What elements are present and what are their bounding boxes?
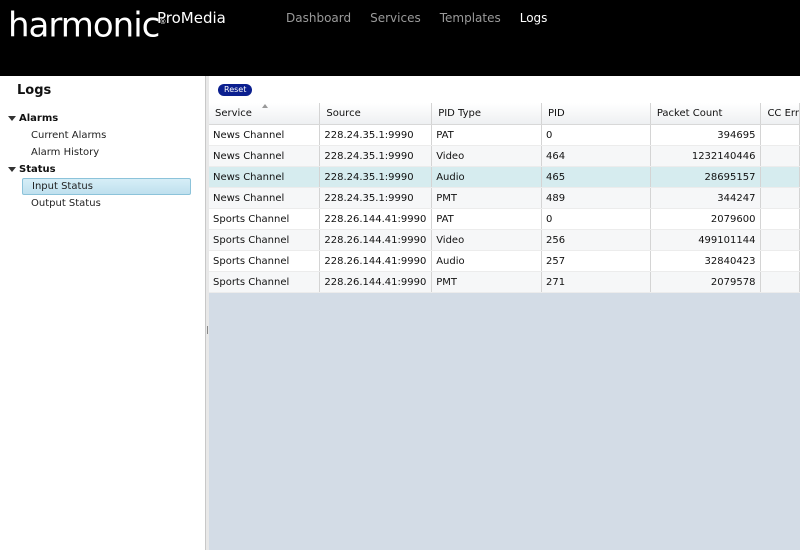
column-header-service[interactable]: Service xyxy=(209,103,321,125)
cell-cc-errors xyxy=(760,229,800,251)
tree-item-alarm-history[interactable]: Alarm History xyxy=(8,144,198,161)
cell-cc-errors xyxy=(760,145,800,167)
column-header-packet-count[interactable]: Packet Count xyxy=(650,103,762,125)
cell-pid: 256 xyxy=(541,229,651,251)
cell-pid-type: PAT xyxy=(431,124,542,146)
cell-service: News Channel xyxy=(209,166,321,188)
nav-templates[interactable]: Templates xyxy=(440,11,501,25)
table-header-row: Service Source PID Type PID Packet Count… xyxy=(209,103,800,125)
tree-item-output-status[interactable]: Output Status xyxy=(8,195,198,212)
cell-service: News Channel xyxy=(209,145,321,167)
cell-pid: 271 xyxy=(541,271,651,293)
cell-cc-errors xyxy=(760,250,800,272)
sidebar: Logs Alarms Current Alarms Alarm History… xyxy=(0,76,206,550)
app-header: harmonic® ProMedia Dashboard Services Te… xyxy=(0,0,800,76)
cell-packet-count: 499101144 xyxy=(650,229,762,251)
cell-source: 228.24.35.1:9990 xyxy=(319,124,433,146)
splitter-grip-icon[interactable] xyxy=(207,326,208,334)
tree-item-current-alarms[interactable]: Current Alarms xyxy=(8,127,198,144)
cell-pid-type: Video xyxy=(431,229,542,251)
cell-source: 228.26.144.41:9990 xyxy=(319,208,433,230)
cell-source: 228.26.144.41:9990 xyxy=(319,229,433,251)
table-row[interactable]: Sports Channel 228.26.144.41:9990 Audio 257… xyxy=(209,250,800,272)
cell-pid-type: PMT xyxy=(431,187,542,209)
table-row[interactable]: News Channel 228.24.35.1:9990 PAT 0 394695 xyxy=(209,124,800,146)
cell-service: Sports Channel xyxy=(209,208,321,230)
tree-group-label: Status xyxy=(19,164,56,175)
cell-cc-errors xyxy=(760,166,800,188)
cell-source: 228.26.144.41:9990 xyxy=(319,250,433,272)
cell-pid-type: Audio xyxy=(431,250,542,272)
expand-triangle-icon[interactable] xyxy=(8,167,16,172)
table-row[interactable]: Sports Channel 228.26.144.41:9990 PAT 0 2079… xyxy=(209,208,800,230)
tree-item-input-status[interactable]: Input Status xyxy=(22,178,191,195)
cell-service: News Channel xyxy=(209,187,321,209)
cell-pid: 465 xyxy=(541,166,651,188)
cell-packet-count: 32840423 xyxy=(650,250,762,272)
column-header-pid-type[interactable]: PID Type xyxy=(431,103,542,125)
cell-packet-count: 2079578 xyxy=(650,271,762,293)
tree-group-alarms[interactable]: Alarms xyxy=(8,110,198,127)
column-header-pid[interactable]: PID xyxy=(541,103,651,125)
cell-source: 228.24.35.1:9990 xyxy=(319,166,433,188)
cell-packet-count: 28695157 xyxy=(650,166,762,188)
nav-services[interactable]: Services xyxy=(370,11,421,25)
cell-pid: 0 xyxy=(541,124,651,146)
cell-pid-type: PAT xyxy=(431,208,542,230)
cell-packet-count: 394695 xyxy=(650,124,762,146)
table-row[interactable]: News Channel 228.24.35.1:9990 PMT 489 344247 xyxy=(209,187,800,209)
sort-ascending-icon xyxy=(262,104,268,108)
nav-logs[interactable]: Logs xyxy=(520,11,548,25)
cell-cc-errors xyxy=(760,208,800,230)
cell-service: Sports Channel xyxy=(209,271,321,293)
cell-packet-count: 1232140446 xyxy=(650,145,762,167)
table-row[interactable]: News Channel 228.24.35.1:9990 Audio 465 2869… xyxy=(209,166,800,188)
cell-pid-type: PMT xyxy=(431,271,542,293)
cell-cc-errors xyxy=(760,187,800,209)
cell-service: Sports Channel xyxy=(209,250,321,272)
top-nav: Dashboard Services Templates Logs xyxy=(286,11,566,25)
tree-group-label: Alarms xyxy=(19,113,59,124)
cell-source: 228.26.144.41:9990 xyxy=(319,271,433,293)
cell-pid: 489 xyxy=(541,187,651,209)
toolbar: Reset xyxy=(209,76,800,103)
cell-cc-errors xyxy=(760,271,800,293)
cell-packet-count: 344247 xyxy=(650,187,762,209)
cell-pid: 257 xyxy=(541,250,651,272)
column-header-source[interactable]: Source xyxy=(319,103,433,125)
reset-button[interactable]: Reset xyxy=(218,84,253,96)
input-status-table: Service Source PID Type PID Packet Count… xyxy=(209,103,800,293)
cell-pid: 464 xyxy=(541,145,651,167)
cell-pid-type: Audio xyxy=(431,166,542,188)
tree-group-status[interactable]: Status xyxy=(8,161,198,178)
main-panel: Reset Service Source PID Type PID Packet… xyxy=(209,76,800,550)
cell-pid: 0 xyxy=(541,208,651,230)
cell-service: Sports Channel xyxy=(209,229,321,251)
cell-pid-type: Video xyxy=(431,145,542,167)
cell-source: 228.24.35.1:9990 xyxy=(319,187,433,209)
sidebar-title: Logs xyxy=(17,83,52,98)
cell-cc-errors xyxy=(760,124,800,146)
cell-source: 228.24.35.1:9990 xyxy=(319,145,433,167)
nav-dashboard[interactable]: Dashboard xyxy=(286,11,351,25)
table-row[interactable]: Sports Channel 228.26.144.41:9990 Video 256… xyxy=(209,229,800,251)
table-row[interactable]: Sports Channel 228.26.144.41:9990 PMT 271 20… xyxy=(209,271,800,293)
table-row[interactable]: News Channel 228.24.35.1:9990 Video 464 1232… xyxy=(209,145,800,167)
product-name: ProMedia xyxy=(157,9,226,27)
expand-triangle-icon[interactable] xyxy=(8,116,16,121)
log-tree: Alarms Current Alarms Alarm History Stat… xyxy=(8,110,198,212)
cell-packet-count: 2079600 xyxy=(650,208,762,230)
harmonic-logo[interactable]: harmonic® xyxy=(8,2,166,45)
column-header-cc-errors[interactable]: CC Err xyxy=(760,103,800,125)
cell-service: News Channel xyxy=(209,124,321,146)
